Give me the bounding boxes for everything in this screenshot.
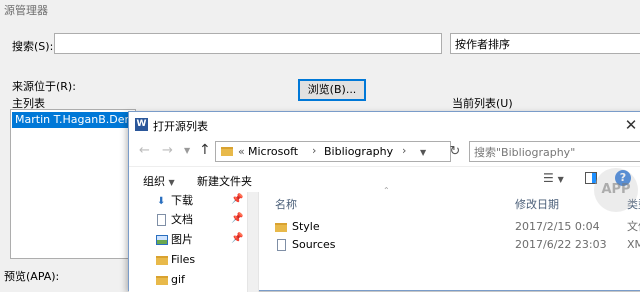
sort-caret-icon: ⌃ (383, 186, 390, 195)
breadcrumb-microsoft[interactable]: Microsoft (248, 145, 298, 158)
current-list-label: 当前列表(U) (452, 97, 513, 110)
app-watermark: APP (594, 168, 638, 212)
organize-label: 组织 (143, 175, 165, 188)
download-icon: ⬇ (157, 196, 166, 207)
file-type: 文件 (627, 220, 640, 233)
file-list: ⌃ 名称 修改日期 类型 Style 2017/2/15 0:04 文件 Sou… (259, 186, 640, 292)
recent-dropdown-icon[interactable]: ▼ (184, 146, 190, 155)
master-list[interactable]: Martin T.HaganB.Demuth (10, 109, 155, 259)
column-header-modified[interactable]: 修改日期 (515, 196, 559, 212)
folder-icon (275, 223, 287, 232)
dialog-search-input[interactable]: 搜索"Bibliography" (469, 141, 640, 162)
new-folder-button[interactable]: 新建文件夹 (197, 173, 252, 189)
breadcrumb-bibliography[interactable]: Bibliography (324, 145, 393, 158)
search-input[interactable] (54, 33, 442, 54)
picture-icon (156, 235, 168, 245)
address-dropdown-icon[interactable]: ▼ (420, 148, 426, 157)
file-row[interactable]: Style 2017/2/15 0:04 文件 (259, 218, 640, 236)
forward-arrow-icon[interactable]: → (162, 143, 173, 158)
back-arrow-icon[interactable]: ← (139, 143, 150, 158)
view-options-icon[interactable]: ☰ ▼ (543, 171, 564, 185)
dialog-title-bar[interactable]: W 打开源列表 ✕ (129, 112, 640, 138)
search-label: 搜索(S): (12, 40, 54, 53)
watermark-text: APP (601, 182, 631, 197)
pin-icon[interactable]: 📌 (231, 213, 243, 224)
nav-item-label: gif (171, 273, 185, 286)
nav-item-label: Files (171, 253, 196, 266)
path-prefix: « (238, 145, 245, 158)
source-location-label: 来源位于(R): (12, 80, 76, 93)
pin-icon[interactable]: 📌 (231, 233, 243, 244)
word-app-icon: W (135, 118, 148, 131)
navigation-pane: ⬇ 下载 📌 文档 📌 图片 📌 Files gif (129, 192, 247, 292)
file-modified: 2017/2/15 0:04 (515, 220, 600, 233)
file-name: Style (292, 220, 320, 233)
nav-item-files[interactable]: Files (129, 251, 247, 269)
window-title: 源管理器 (4, 4, 48, 17)
browse-button[interactable]: 浏览(B)... (298, 79, 366, 101)
file-modified: 2017/6/22 23:03 (515, 238, 607, 251)
nav-scrollbar[interactable] (247, 192, 259, 292)
sort-dropdown-value: 按作者排序 (455, 38, 510, 51)
up-arrow-icon[interactable]: ↑ (199, 142, 211, 158)
nav-item-documents[interactable]: 文档 📌 (129, 211, 247, 229)
file-row[interactable]: Sources 2017/6/22 23:03 XM (259, 236, 640, 254)
file-type: XM (627, 238, 640, 251)
nav-item-label: 文档 (171, 213, 193, 226)
nav-item-gif[interactable]: gif (129, 271, 247, 289)
chevron-down-icon: ▼ (168, 178, 175, 187)
address-bar[interactable]: « Microsoft › Bibliography › ▼ (215, 141, 451, 162)
nav-item-pictures[interactable]: 图片 📌 (129, 231, 247, 249)
nav-item-label: 下载 (171, 194, 193, 207)
sort-dropdown[interactable]: 按作者排序 (450, 33, 640, 54)
preview-label: 预览(APA): (4, 270, 60, 283)
pin-icon[interactable]: 📌 (231, 194, 243, 205)
dialog-title: 打开源列表 (153, 120, 208, 133)
column-header-name[interactable]: 名称 (275, 196, 297, 212)
chevron-right-icon[interactable]: › (312, 144, 316, 157)
dialog-search-placeholder: 搜索"Bibliography" (474, 146, 576, 159)
folder-icon (156, 256, 168, 265)
nav-item-label: 图片 (171, 233, 193, 246)
file-name: Sources (292, 238, 336, 251)
close-icon[interactable]: ✕ (621, 115, 640, 135)
chevron-right-icon[interactable]: › (402, 144, 406, 157)
refresh-icon[interactable]: ↻ (447, 141, 463, 162)
nav-item-downloads[interactable]: ⬇ 下载 📌 (129, 192, 247, 210)
address-row: ← → ▼ ↑ « Microsoft › Bibliography › ▼ ↻… (129, 138, 640, 166)
folder-icon (221, 147, 233, 156)
document-icon (157, 214, 166, 226)
open-source-list-dialog: W 打开源列表 ✕ ← → ▼ ↑ « Microsoft › Bibliogr… (128, 111, 640, 292)
organize-button[interactable]: 组织 ▼ (143, 173, 175, 189)
document-icon (277, 239, 286, 251)
